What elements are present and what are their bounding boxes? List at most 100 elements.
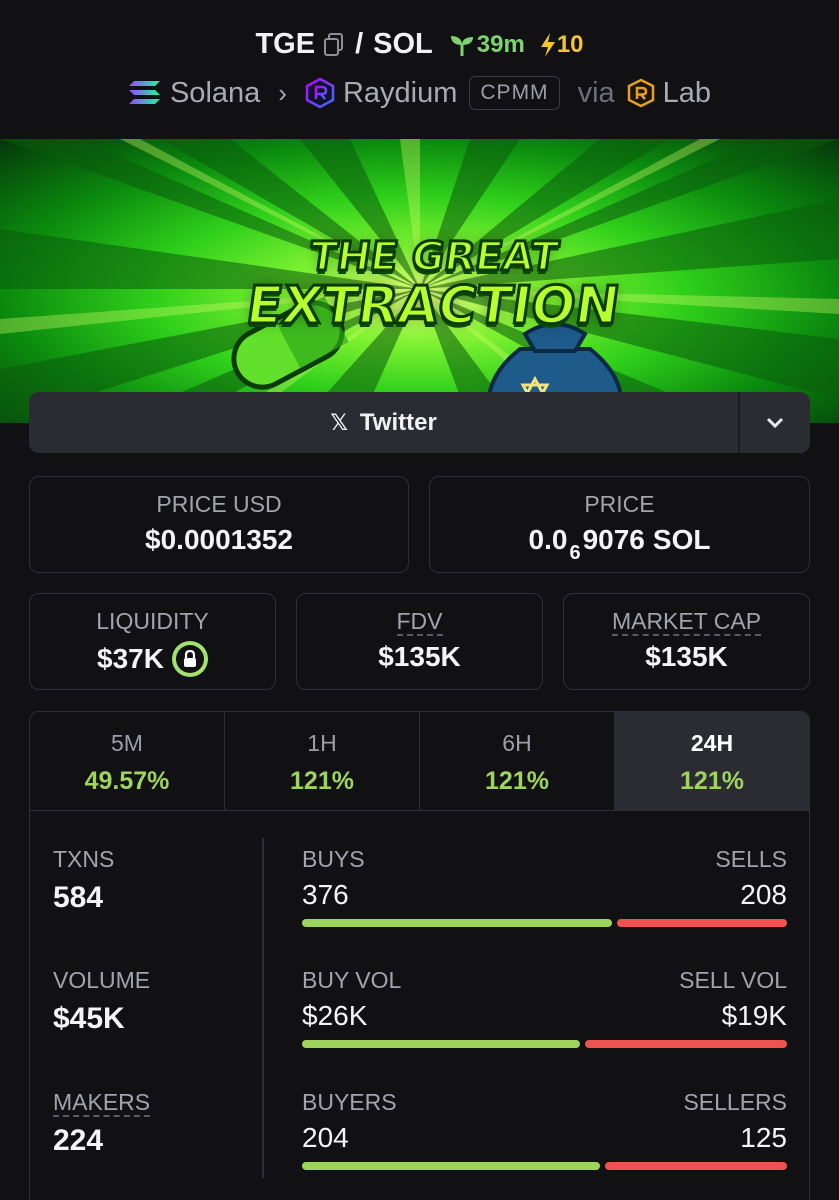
chevron-right-icon: › xyxy=(278,77,287,108)
dex-link[interactable]: Raydium xyxy=(305,77,457,110)
lightning-icon xyxy=(540,32,555,57)
seedling-icon xyxy=(450,35,473,56)
volume-value: $45K xyxy=(53,1002,125,1035)
token-banner: THE GREAT EXTRACTION xyxy=(0,139,839,423)
price-usd-card: PRICE USD $0.0001352 xyxy=(29,476,409,573)
dex-name: Raydium xyxy=(342,76,458,109)
pair-age-value: 39m xyxy=(476,30,525,58)
pair-title-row: TGE / SOL 39m 10 xyxy=(0,28,839,61)
makers-label-wrap: MAKERS xyxy=(53,1089,151,1117)
tab-label: 5M xyxy=(111,730,143,756)
market-cap-label-wrap: MARKET CAP xyxy=(564,608,809,636)
socials-bar: 𝕏 Twitter xyxy=(29,392,810,453)
market-cap-value: $135K xyxy=(645,641,728,672)
buys-label: BUYS xyxy=(302,846,365,872)
sellers-bar xyxy=(605,1162,787,1170)
copy-icon[interactable] xyxy=(323,32,345,58)
buys-sells-ratio-bar xyxy=(302,919,787,927)
chain-link[interactable]: Solana xyxy=(128,77,260,110)
trading-stats-panel: 5M 49.57% 1H 121% 6H 121% 24H 121% TXNS … xyxy=(29,711,810,1200)
buyers-bar xyxy=(302,1162,601,1170)
stats-divider xyxy=(262,838,264,1178)
liquidity-card: LIQUIDITY $37K xyxy=(29,593,276,690)
timeframe-tabs: 5M 49.57% 1H 121% 6H 121% 24H 121% xyxy=(30,712,809,811)
launchlab-icon xyxy=(627,78,654,108)
buy-vol-label: BUY VOL xyxy=(302,967,402,993)
pair-separator: / xyxy=(355,28,364,60)
socials-dropdown-button[interactable] xyxy=(738,392,810,453)
makers-value: 224 xyxy=(53,1124,104,1157)
liquidity-value-row: $37K xyxy=(30,641,275,677)
twitter-label: Twitter xyxy=(359,408,437,436)
sell-vol-bar xyxy=(584,1040,787,1048)
buyers-ratio-bar xyxy=(302,1162,787,1170)
pool-type-badge: CPMM xyxy=(469,76,560,110)
banner-title: THE GREAT EXTRACTION xyxy=(241,233,625,338)
market-cap-label[interactable]: MARKET CAP xyxy=(611,608,762,636)
via-label: via xyxy=(577,76,615,109)
price-native-digits: 9076 xyxy=(582,524,645,555)
x-logo-icon: 𝕏 xyxy=(330,409,348,435)
market-cap-card: MARKET CAP $135K xyxy=(563,593,810,690)
volume-label: VOLUME xyxy=(53,967,151,993)
txns-value: 584 xyxy=(53,881,104,914)
boost-badge[interactable]: 10 xyxy=(539,31,584,59)
chevron-down-icon xyxy=(766,417,784,428)
price-native-unit: SOL xyxy=(652,524,711,555)
liquidity-lock-icon[interactable] xyxy=(171,641,208,677)
tab-6h[interactable]: 6H 121% xyxy=(420,712,615,810)
fdv-card: FDV $135K xyxy=(296,593,543,690)
price-native-prefix: 0.0 xyxy=(528,524,568,555)
pair-quote-symbol: SOL xyxy=(373,28,433,60)
buys-value: 376 xyxy=(302,879,349,910)
sellers-label: SELLERS xyxy=(683,1089,787,1115)
solana-icon xyxy=(128,81,160,104)
tab-change: 121% xyxy=(290,767,354,795)
fdv-value: $135K xyxy=(378,641,461,672)
banner-title-line2: EXTRACTION xyxy=(241,275,625,338)
pair-base-symbol: TGE xyxy=(255,28,316,60)
buys-sells-stat: BUYS SELLS 376 208 xyxy=(302,846,787,927)
boost-count: 10 xyxy=(556,30,584,58)
pair-header: TGE / SOL 39m 10 Solana › Raydium CPMM v… xyxy=(0,0,839,139)
launchpad-name: Lab xyxy=(662,76,712,109)
raydium-icon xyxy=(305,77,335,109)
txns-stat: TXNS 584 xyxy=(53,846,114,915)
sells-value: 208 xyxy=(740,879,787,910)
tab-label: 1H xyxy=(307,730,337,756)
volume-stat: VOLUME $45K xyxy=(53,967,150,1036)
tab-5m[interactable]: 5M 49.57% xyxy=(30,712,225,810)
txn-stats: TXNS 584 VOLUME $45K MAKERS 224 BUYS SEL… xyxy=(30,812,809,1200)
volume-ratio-bar xyxy=(302,1040,787,1048)
buy-vol-value: $26K xyxy=(302,1000,368,1031)
launchpad-link[interactable]: Lab xyxy=(627,77,711,110)
sells-bar xyxy=(616,919,787,927)
banner-title-line1: THE GREAT xyxy=(305,233,563,282)
liquidity-value: $37K xyxy=(97,643,164,674)
volume-split-stat: BUY VOL SELL VOL $26K $19K xyxy=(302,967,787,1048)
buyers-label: BUYERS xyxy=(302,1089,397,1115)
txns-label: TXNS xyxy=(53,846,115,872)
tab-1h[interactable]: 1H 121% xyxy=(225,712,420,810)
price-usd-label: PRICE USD xyxy=(156,491,282,517)
liquidity-label: LIQUIDITY xyxy=(96,608,209,634)
sells-label: SELLS xyxy=(715,846,787,872)
chain-name: Solana xyxy=(169,76,261,109)
buyers-value: 204 xyxy=(302,1122,349,1153)
sell-vol-value: $19K xyxy=(721,1000,787,1031)
breadcrumb: Solana › Raydium CPMM via Lab xyxy=(0,76,839,110)
buys-bar xyxy=(302,919,612,927)
sellers-value: 125 xyxy=(740,1122,787,1153)
tab-change: 49.57% xyxy=(84,767,170,795)
price-native-card: PRICE 0.0 6 9076 SOL xyxy=(429,476,810,573)
fdv-label-wrap: FDV xyxy=(297,608,542,636)
fdv-label[interactable]: FDV xyxy=(396,608,443,636)
tab-change: 121% xyxy=(680,767,744,795)
makers-label[interactable]: MAKERS xyxy=(53,1089,151,1117)
price-native-zero-count: 6 xyxy=(569,542,581,564)
tab-24h[interactable]: 24H 121% xyxy=(615,712,809,810)
tab-change: 121% xyxy=(485,767,549,795)
price-native-value: 0.0 6 9076 SOL xyxy=(430,524,809,564)
twitter-button[interactable]: 𝕏 Twitter xyxy=(29,392,738,453)
sell-vol-label: SELL VOL xyxy=(679,967,787,993)
